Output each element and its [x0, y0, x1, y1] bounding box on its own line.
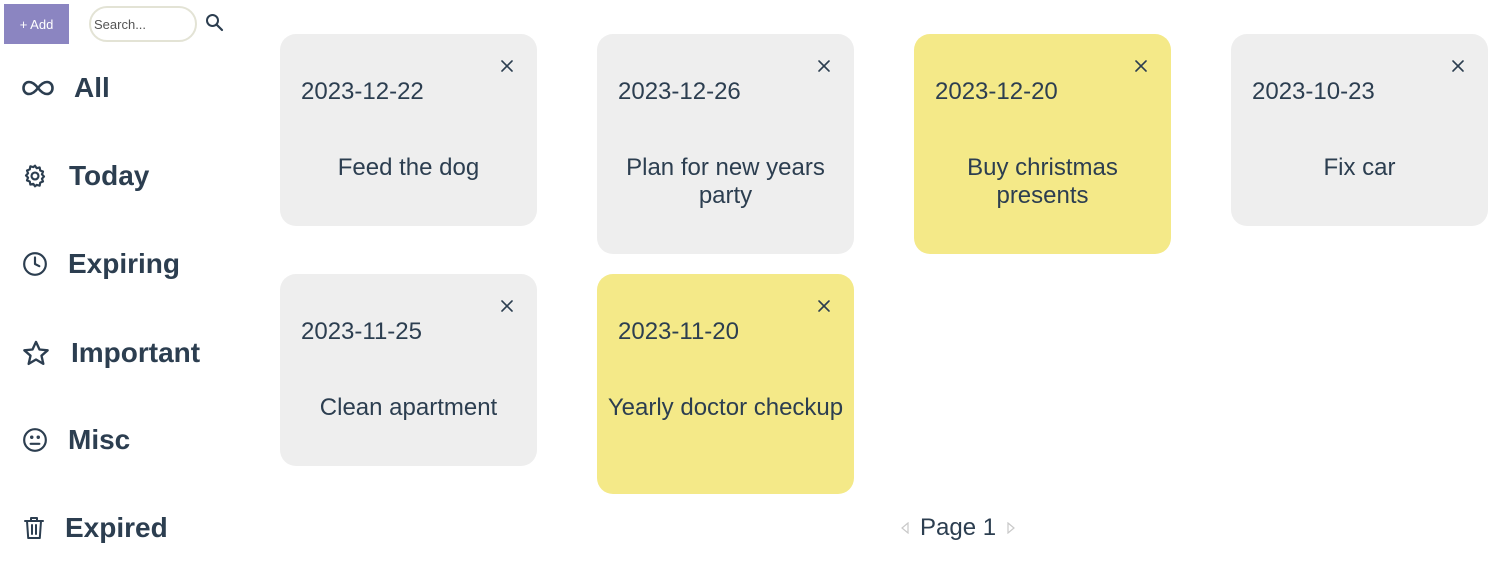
note-date: 2023-12-26	[618, 78, 741, 105]
note-card[interactable]: 2023-12-26 Plan for new years party	[597, 34, 854, 254]
note-card[interactable]: 2023-12-22 Feed the dog	[280, 34, 537, 226]
pagination: Page 1	[900, 510, 1016, 546]
sidebar-item-label: Important	[71, 337, 201, 368]
close-icon[interactable]	[817, 299, 831, 313]
sidebar-item-expiring[interactable]: Expiring	[22, 239, 180, 289]
close-icon[interactable]	[1451, 59, 1465, 73]
note-date: 2023-12-20	[935, 78, 1058, 105]
note-text: Buy christmas presents	[967, 154, 1118, 209]
toolbar: + Add	[0, 0, 260, 48]
close-icon[interactable]	[500, 299, 514, 313]
add-button[interactable]: + Add	[4, 4, 69, 44]
face-icon	[22, 427, 48, 453]
note-date: 2023-10-23	[1252, 78, 1375, 105]
close-icon[interactable]	[817, 59, 831, 73]
note-date: 2023-12-22	[301, 78, 424, 105]
sidebar-item-important[interactable]: Important	[22, 328, 200, 378]
note-text: Yearly doctor checkup	[607, 394, 844, 421]
page-label: Page 1	[920, 514, 997, 541]
note-text: Plan for new years party	[626, 154, 825, 209]
note-text: Clean apartment	[319, 394, 498, 421]
note-date: 2023-11-20	[618, 318, 739, 345]
star-icon	[22, 339, 50, 367]
close-icon[interactable]	[500, 59, 514, 73]
sidebar-item-expired[interactable]: Expired	[22, 503, 168, 553]
sidebar-item-label: Expiring	[68, 248, 181, 279]
sidebar-item-label: All	[74, 72, 110, 103]
note-text: Feed the dog	[337, 154, 480, 181]
search-input[interactable]	[89, 6, 197, 42]
gear-icon	[22, 163, 48, 189]
sidebar-item-label: Today	[69, 160, 150, 191]
note-text: Fix car	[1323, 154, 1396, 181]
sidebar-item-today[interactable]: Today	[22, 151, 149, 201]
note-card[interactable]: 2023-11-25 Clean apartment	[280, 274, 537, 466]
sidebar-item-label: Expired	[65, 512, 168, 543]
note-card[interactable]: 2023-10-23 Fix car	[1231, 34, 1488, 226]
next-page-icon[interactable]	[1006, 521, 1016, 535]
infinity-icon	[22, 78, 54, 98]
sidebar-item-misc[interactable]: Misc	[22, 415, 130, 465]
search-icon[interactable]	[205, 13, 224, 32]
prev-page-icon[interactable]	[900, 521, 910, 535]
note-date: 2023-11-25	[301, 318, 422, 345]
sidebar-item-all[interactable]: All	[22, 63, 110, 113]
close-icon[interactable]	[1134, 59, 1148, 73]
clock-icon	[22, 251, 48, 277]
sidebar-item-label: Misc	[68, 424, 131, 455]
trash-icon	[22, 514, 46, 542]
note-card-important[interactable]: 2023-11-20 Yearly doctor checkup	[597, 274, 854, 494]
note-card-important[interactable]: 2023-12-20 Buy christmas presents	[914, 34, 1171, 254]
